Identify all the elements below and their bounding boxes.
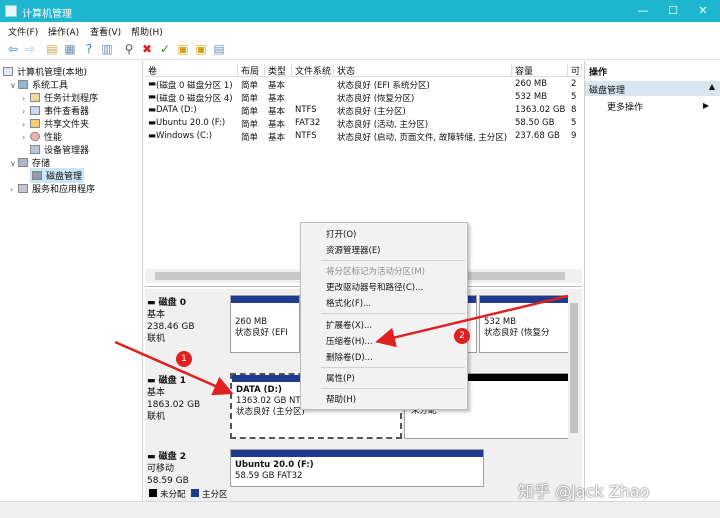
watermark: 知乎 @Jack Zhao [518, 482, 650, 501]
annotation-overlay [114, 294, 569, 396]
annotation-badge-2: 2 [454, 328, 470, 344]
annotation-arrow-2 [375, 294, 569, 348]
annotation-arrow-1 [114, 340, 234, 396]
annotation-badge-1: 1 [176, 351, 192, 367]
